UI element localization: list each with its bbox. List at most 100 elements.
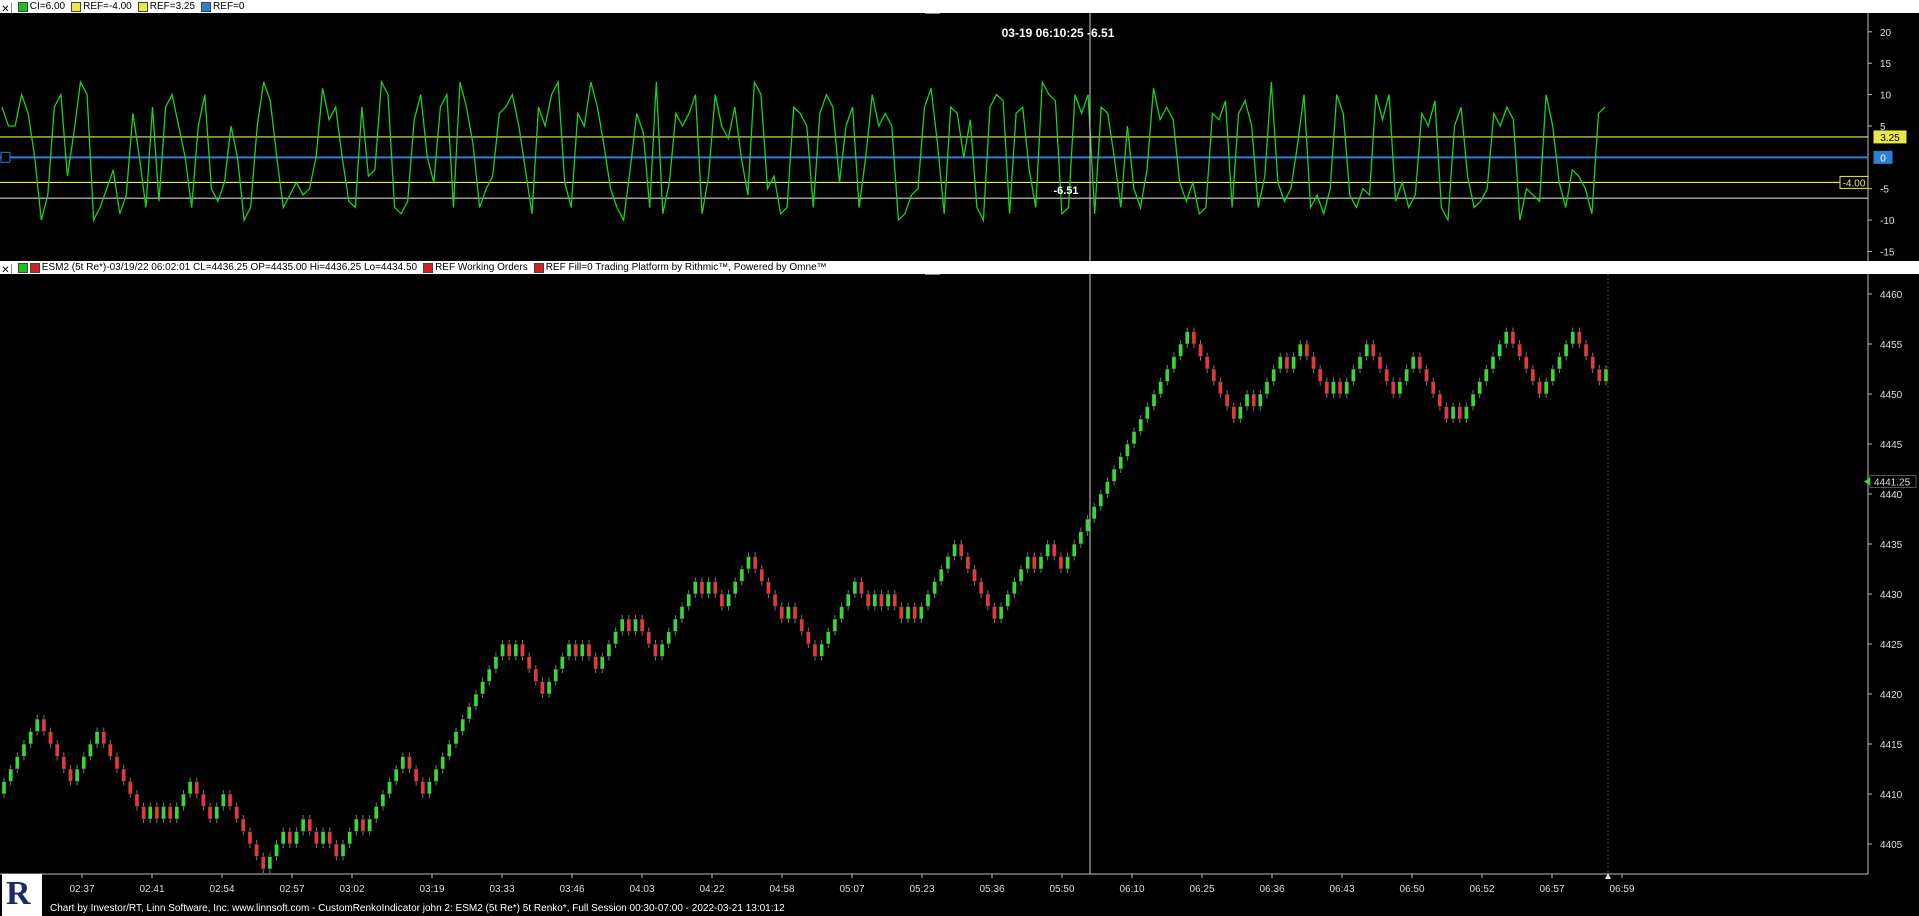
renko-brick-down: [1430, 381, 1436, 395]
renko-brick-up: [353, 818, 359, 832]
renko-brick-down: [533, 668, 539, 682]
renko-brick-down: [101, 731, 107, 745]
renko-brick-up: [1477, 381, 1483, 395]
renko-brick-down: [154, 806, 160, 820]
indicator-legend-item[interactable]: REF=-4.00: [71, 0, 132, 13]
legend-label: REF Fill=0 Trading Platform by Rithmic™,…: [545, 262, 827, 273]
renko-brick-down: [1218, 381, 1223, 395]
renko-brick-up: [1145, 406, 1150, 420]
renko-brick-up: [686, 593, 691, 607]
price-header: ✕ ESM2 (5t Re*)-03/19/22 06:02:01 CL=443…: [0, 261, 1919, 274]
indicator-legend-item[interactable]: CI=6.00: [17, 0, 65, 13]
renko-brick-up: [480, 681, 485, 695]
renko-brick-up: [832, 618, 838, 632]
indicator-legend-item[interactable]: REF=0: [201, 0, 244, 13]
renko-brick-up: [732, 581, 738, 595]
indicator-y-tick-label: 20: [1880, 28, 1892, 39]
time-x-tick-label: 06:36: [1259, 884, 1284, 895]
renko-brick-up: [187, 781, 193, 795]
renko-brick-up: [1344, 381, 1350, 395]
renko-brick-up: [679, 606, 685, 620]
renko-brick-down: [892, 593, 898, 607]
time-x-tick-label: 05:23: [909, 884, 934, 895]
renko-brick-down: [1251, 393, 1257, 407]
renko-brick-down: [260, 856, 266, 870]
renko-brick-up: [1125, 443, 1130, 457]
renko-brick-down: [194, 781, 200, 795]
indicator-legend-item[interactable]: REF=3.25: [137, 0, 195, 13]
renko-brick-down: [54, 743, 60, 757]
renko-brick-down: [719, 593, 725, 607]
renko-brick-down: [752, 556, 758, 570]
renko-brick-up: [1184, 331, 1190, 345]
price-legend-item[interactable]: REF Working Orders: [423, 261, 528, 274]
crosshair-readout: 03-19 06:10:25 -6.51: [1002, 26, 1115, 40]
renko-brick-down: [1537, 381, 1542, 395]
renko-brick-up: [546, 681, 552, 695]
renko-brick-up: [1012, 581, 1017, 595]
renko-brick-up: [1, 781, 7, 795]
renko-brick-up: [1138, 418, 1143, 432]
renko-brick-up: [1291, 356, 1296, 370]
price-y-tick-label: 4420: [1880, 690, 1903, 701]
renko-brick-down: [912, 606, 917, 620]
renko-brick-down: [114, 756, 120, 770]
price-y-tick-label: 4440: [1880, 490, 1903, 501]
renko-brick-up: [1271, 368, 1276, 382]
time-x-tick-label: 06:10: [1119, 884, 1144, 895]
renko-brick-down: [586, 643, 592, 657]
indicator-chart[interactable]: 2015105-5-10-153.250-4.0003-19 06:10:25 …: [0, 13, 1919, 264]
legend-swatch: [137, 1, 148, 12]
renko-brick-up: [1563, 343, 1569, 357]
renko-brick-up: [1404, 368, 1409, 382]
price-chart[interactable]: 4460 4455 4450 4445 4440 4435 4430 4425 4420 4415…: [0, 274, 1919, 901]
legend-swatch: [533, 262, 544, 273]
renko-brick-up: [580, 643, 585, 657]
renko-brick-down: [1198, 343, 1203, 357]
renko-brick-up: [599, 656, 605, 670]
renko-brick-up: [1045, 543, 1050, 557]
renko-brick-down: [61, 756, 67, 770]
renko-brick-up: [473, 693, 479, 707]
renko-brick-down: [247, 831, 253, 845]
renko-brick-up: [1151, 393, 1157, 407]
renko-brick-down: [1384, 368, 1389, 382]
renko-brick-down: [526, 656, 532, 670]
indicator-y-tick-label: -5: [1880, 185, 1889, 196]
renko-brick-up: [147, 806, 153, 820]
renko-brick-up: [74, 768, 80, 782]
renko-brick-up: [932, 581, 937, 595]
renko-brick-down: [779, 606, 785, 620]
renko-brick-up: [1470, 393, 1476, 407]
close-indicator-icon[interactable]: ✕: [0, 2, 12, 13]
renko-brick-up: [1503, 331, 1509, 345]
renko-brick-up: [786, 606, 791, 620]
renko-brick-up: [1331, 381, 1336, 395]
renko-brick-up: [693, 581, 698, 595]
price-y-tick-label: 4445: [1880, 440, 1903, 451]
renko-brick-up: [998, 606, 1004, 620]
renko-brick-down: [121, 768, 126, 782]
renko-brick-up: [560, 656, 565, 670]
renko-brick-up: [1078, 531, 1084, 545]
renko-brick-up: [427, 781, 432, 795]
renko-brick-up: [493, 656, 499, 670]
price-legend-item[interactable]: REF Fill=0 Trading Platform by Rithmic™,…: [533, 261, 827, 274]
renko-brick-up: [659, 643, 665, 657]
footer-bar: Chart by Investor/RT, Linn Software, Inc…: [0, 901, 1919, 916]
renko-brick-down: [653, 643, 658, 657]
price-legend-item[interactable]: ESM2 (5t Re*)-03/19/22 06:02:01 CL=4436.…: [17, 261, 417, 274]
renko-brick-down: [1337, 381, 1343, 395]
renko-brick-up: [1410, 356, 1416, 370]
renko-brick-down: [254, 843, 259, 857]
renko-brick-down: [859, 581, 864, 595]
renko-brick-up: [400, 756, 406, 770]
renko-brick-down: [899, 606, 904, 620]
legend-label: REF Working Orders: [435, 262, 528, 273]
renko-brick-down: [573, 643, 578, 657]
legend-swatch: [201, 1, 212, 12]
rithmic-logo: R: [2, 874, 42, 916]
renko-brick-down: [712, 581, 718, 595]
renko-brick-up: [267, 856, 273, 870]
close-price-icon[interactable]: ✕: [0, 263, 12, 274]
